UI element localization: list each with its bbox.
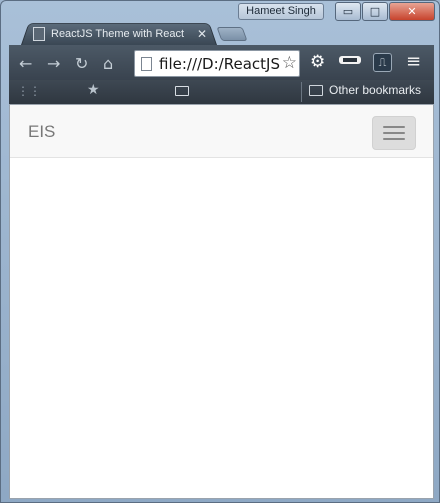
- bookmarks-divider: [301, 82, 302, 102]
- hamburger-bar-icon: [383, 138, 405, 140]
- address-text[interactable]: file:///D:/ReactJS: [159, 55, 283, 73]
- reload-icon[interactable]: ↻: [75, 54, 88, 73]
- site-navbar: EIS: [10, 105, 433, 158]
- tab-title: ReactJS Theme with React: [51, 28, 185, 40]
- home-icon[interactable]: ⌂: [103, 54, 113, 73]
- navbar-brand[interactable]: EIS: [28, 122, 55, 142]
- page-favicon-icon: [33, 27, 45, 41]
- browser-window: Hameet Singh ▭ □ ✕ ReactJS Theme with Re…: [0, 0, 440, 503]
- bookmark-folder-icon[interactable]: [175, 86, 189, 96]
- maximize-icon: □: [369, 5, 381, 18]
- hamburger-bar-icon: [383, 132, 405, 134]
- page-icon: [141, 56, 152, 71]
- apps-grid-icon[interactable]: ⋮⋮: [17, 84, 41, 98]
- tab-close-icon[interactable]: ✕: [197, 27, 207, 41]
- minimize-icon: ▭: [342, 5, 354, 18]
- bookmark-star-icon[interactable]: ★: [87, 82, 100, 98]
- maximize-button[interactable]: □: [362, 2, 388, 21]
- hamburger-bar-icon: [383, 126, 405, 128]
- bookmarks-bar: ⋮⋮ ★ Other bookmarks: [9, 80, 434, 104]
- extension-icon[interactable]: ⎍: [373, 53, 392, 72]
- close-icon: ✕: [407, 5, 417, 18]
- other-bookmarks-button[interactable]: Other bookmarks: [309, 83, 421, 97]
- extension-gear-icon[interactable]: ⚙: [310, 52, 325, 72]
- page-viewport: EIS: [9, 104, 434, 499]
- other-bookmarks-label: Other bookmarks: [329, 83, 422, 97]
- folder-icon: [309, 84, 323, 96]
- forward-arrow-icon[interactable]: →: [47, 54, 60, 73]
- profile-user-badge[interactable]: Hameet Singh: [238, 3, 324, 20]
- minimize-button[interactable]: ▭: [335, 2, 361, 21]
- navbar-toggle-button[interactable]: [372, 116, 416, 150]
- address-bar[interactable]: file:///D:/ReactJS ☆: [134, 50, 300, 77]
- incognito-mask-icon[interactable]: [339, 53, 361, 69]
- browser-tab[interactable]: ReactJS Theme with React ✕: [29, 25, 215, 43]
- close-window-button[interactable]: ✕: [389, 2, 435, 21]
- browser-menu-icon[interactable]: ≡: [406, 51, 421, 72]
- back-arrow-icon[interactable]: ←: [19, 54, 32, 73]
- new-tab-button[interactable]: [216, 27, 248, 41]
- bookmark-star-icon[interactable]: ☆: [282, 53, 297, 73]
